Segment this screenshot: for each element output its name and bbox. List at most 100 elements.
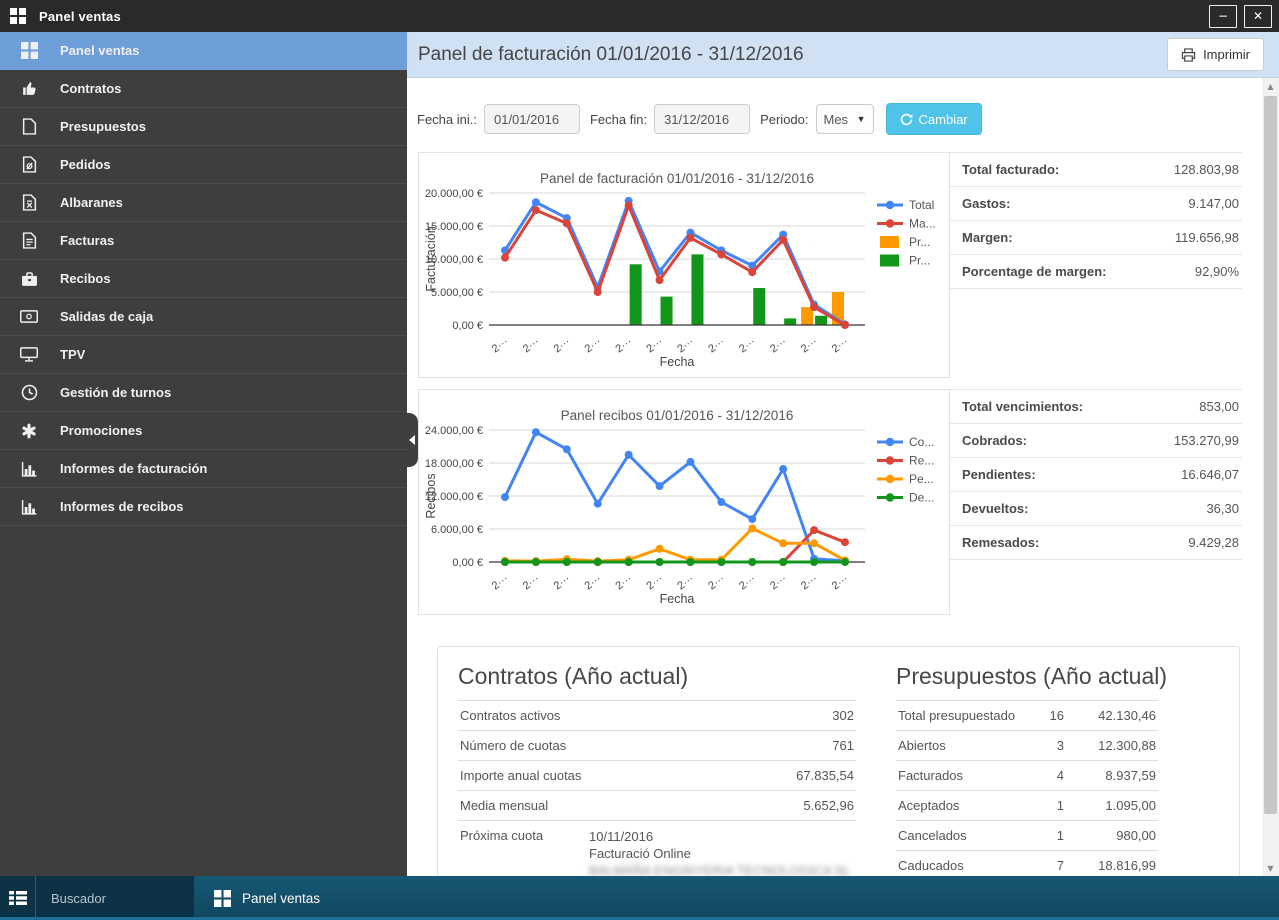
- stat-value: 128.803,98: [1174, 162, 1239, 177]
- row-count: 4: [1024, 768, 1064, 783]
- sidebar-collapse-handle[interactable]: [407, 413, 418, 467]
- file-lines-icon: [17, 232, 41, 249]
- scroll-up-arrow[interactable]: ▲: [1262, 78, 1279, 94]
- sidebar-item-informes-de-recibos[interactable]: Informes de recibos: [0, 488, 407, 526]
- facturacion-chart: 0,00 €5.000,00 €10.000,00 €15.000,00 €20…: [419, 153, 949, 377]
- bar: [691, 254, 703, 325]
- page-header: Panel de facturación 01/01/2016 - 31/12/…: [407, 32, 1279, 78]
- vertical-scrollbar[interactable]: ▲ ▼: [1262, 78, 1279, 876]
- sidebar-item-label: TPV: [60, 347, 85, 362]
- row-amount: 980,00: [1064, 828, 1156, 843]
- print-button[interactable]: Imprimir: [1167, 38, 1264, 71]
- svg-text:Panel de facturación 01/01/201: Panel de facturación 01/01/2016 - 31/12/…: [540, 171, 814, 186]
- fecha-fin-input[interactable]: [654, 104, 750, 134]
- row-count: 1: [1024, 798, 1064, 813]
- sidebar-item-gestion-de-turnos[interactable]: Gestión de turnos: [0, 374, 407, 412]
- sidebar-item-label: Albaranes: [60, 195, 123, 210]
- taskbar-tab-panel-ventas[interactable]: Panel ventas: [194, 876, 344, 920]
- svg-text:Pr...: Pr...: [909, 254, 930, 268]
- line-series: [505, 206, 845, 325]
- filter-bar: Fecha ini.: Fecha fin: Periodo: Mes ▼ Ca…: [417, 103, 1262, 135]
- stat-value: 9.147,00: [1188, 196, 1239, 211]
- svg-text:2···: 2···: [799, 573, 820, 593]
- svg-text:18.000,00 €: 18.000,00 €: [425, 458, 483, 470]
- svg-text:2···: 2···: [552, 336, 573, 356]
- taskbar-panel-ventas-label: Panel ventas: [242, 891, 320, 906]
- sidebar-item-recibos[interactable]: Recibos: [0, 260, 407, 298]
- svg-text:Recibos: Recibos: [424, 473, 438, 518]
- money-icon: [17, 310, 41, 323]
- refresh-icon: [900, 113, 913, 126]
- sidebar-item-presupuestos[interactable]: Presupuestos: [0, 108, 407, 146]
- sidebar-item-pedidos[interactable]: Pedidos: [0, 146, 407, 184]
- sidebar-item-contratos[interactable]: Contratos: [0, 70, 407, 108]
- file-code-icon: [17, 156, 41, 173]
- stat-label: Devueltos:: [962, 501, 1028, 516]
- svg-text:2···: 2···: [706, 573, 727, 593]
- svg-text:2···: 2···: [830, 336, 851, 356]
- svg-text:2···: 2···: [737, 573, 758, 593]
- cambiar-label: Cambiar: [919, 112, 968, 127]
- minimize-button[interactable]: −: [1209, 5, 1237, 28]
- table-row: Facturados48.937,59: [896, 761, 1158, 791]
- monitor-icon: [17, 347, 41, 362]
- printer-icon: [1181, 48, 1196, 62]
- line-series: [505, 432, 845, 561]
- taskbar-menu-button[interactable]: [0, 876, 36, 920]
- row-label: Importe anual cuotas: [460, 768, 762, 783]
- table-row: Número de cuotas761: [458, 731, 856, 761]
- stat-value: 853,00: [1199, 399, 1239, 414]
- sidebar-item-label: Informes de recibos: [60, 499, 184, 514]
- svg-text:0,00 €: 0,00 €: [452, 557, 483, 569]
- sidebar-item-facturas[interactable]: Facturas: [0, 222, 407, 260]
- stat-value: 153.270,99: [1174, 433, 1239, 448]
- taskbar-buscador-label: Buscador: [51, 891, 106, 906]
- stat-row: Cobrados: 153.270,99: [950, 424, 1242, 458]
- svg-text:2···: 2···: [675, 336, 696, 356]
- fecha-fin-label: Fecha fin:: [590, 112, 647, 127]
- file-icon: [17, 118, 41, 135]
- proxima-cuota-label: Próxima cuota: [460, 828, 589, 876]
- cambiar-button[interactable]: Cambiar: [886, 103, 982, 135]
- row-value: 67.835,54: [762, 768, 854, 783]
- stat-value: 16.646,07: [1181, 467, 1239, 482]
- fecha-ini-input[interactable]: [484, 104, 580, 134]
- recibos-row: 0,00 €6.000,00 €12.000,00 €18.000,00 €24…: [418, 389, 1262, 615]
- sidebar-item-albaranes[interactable]: Albaranes: [0, 184, 407, 222]
- svg-text:2···: 2···: [644, 336, 665, 356]
- svg-text:2···: 2···: [675, 573, 696, 593]
- app-title: Panel ventas: [39, 9, 121, 24]
- sidebar-item-label: Informes de facturación: [60, 461, 207, 476]
- svg-text:2···: 2···: [552, 573, 573, 593]
- stat-row: Devueltos:36,30: [950, 492, 1242, 526]
- sidebar-item-salidas-de-caja[interactable]: Salidas de caja: [0, 298, 407, 336]
- scroll-down-arrow[interactable]: ▼: [1262, 860, 1279, 876]
- sidebar-item-informes-de-facturacion[interactable]: Informes de facturación: [0, 450, 407, 488]
- close-button[interactable]: ✕: [1244, 5, 1272, 28]
- svg-text:Co...: Co...: [909, 435, 934, 449]
- svg-text:2···: 2···: [768, 573, 789, 593]
- scrollbar-thumb[interactable]: [1264, 96, 1277, 814]
- periodo-select[interactable]: Mes ▼: [816, 104, 874, 134]
- row-count: 3: [1024, 738, 1064, 753]
- svg-text:2···: 2···: [737, 336, 758, 356]
- svg-text:2···: 2···: [490, 336, 511, 356]
- sidebar: Panel ventasContratosPresupuestosPedidos…: [0, 32, 407, 876]
- bar: [630, 264, 642, 325]
- stat-row: Pendientes:16.646,07: [950, 458, 1242, 492]
- sidebar-item-panel-ventas[interactable]: Panel ventas: [0, 32, 407, 70]
- sidebar-item-promociones[interactable]: Promociones: [0, 412, 407, 450]
- sidebar-item-tpv[interactable]: TPV: [0, 336, 407, 374]
- svg-text:2···: 2···: [583, 336, 604, 356]
- row-label: Cancelados: [898, 828, 1024, 843]
- svg-text:2···: 2···: [614, 573, 635, 593]
- row-label: Total presupuestado: [898, 708, 1024, 723]
- svg-text:2···: 2···: [521, 573, 542, 593]
- table-row: Media mensual5.652,96: [458, 791, 856, 821]
- taskbar-tab-buscador[interactable]: Buscador: [36, 876, 194, 920]
- sidebar-item-label: Facturas: [60, 233, 114, 248]
- svg-text:Ma...: Ma...: [909, 217, 936, 231]
- stat-label: Cobrados:: [962, 433, 1027, 448]
- proxima-cuota-row: Próxima cuota 10/11/2016 Facturació Onli…: [458, 821, 856, 876]
- row-label: Aceptados: [898, 798, 1024, 813]
